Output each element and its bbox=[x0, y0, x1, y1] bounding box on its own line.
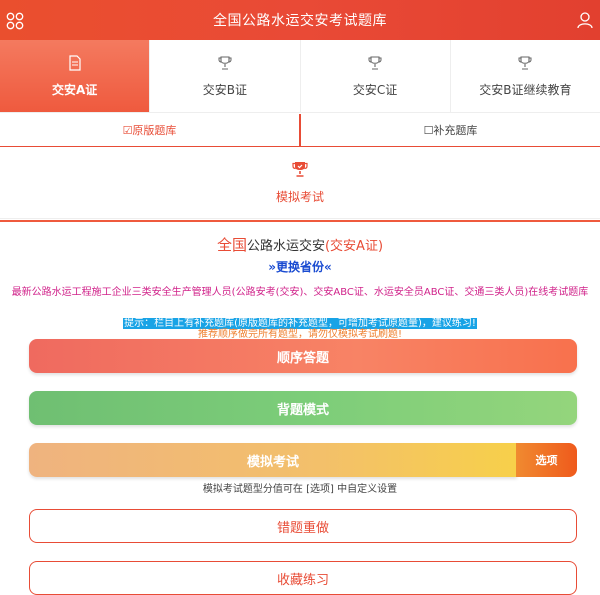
mock-exam-button[interactable]: 模拟考试 bbox=[29, 443, 517, 477]
trophy-icon bbox=[292, 162, 308, 177]
title-mid: 公路水运交安 bbox=[246, 239, 325, 254]
recite-mode-button[interactable]: 背题模式 bbox=[29, 391, 577, 425]
tab-b-cert[interactable]: 交安B证 bbox=[150, 40, 301, 112]
mock-exam-label: 模拟考试 bbox=[275, 190, 324, 204]
app-header: 全国公路水运交安考试题库 bbox=[0, 0, 600, 40]
exam-title: 全国公路水运交安(交安A证) bbox=[0, 234, 600, 255]
bank-description: 最新公路水运工程施工企业三类安全生产管理人员(公路安考(交安)、交安ABC证、水… bbox=[11, 287, 589, 298]
subtab-supplementary-bank[interactable]: ☐补充题库 bbox=[301, 114, 600, 146]
mock-note: 模拟考试题型分值可在 [选项] 中自定义设置 bbox=[202, 484, 398, 495]
options-button[interactable]: 选项 bbox=[516, 443, 577, 477]
title-prefix: 全国 bbox=[216, 236, 247, 254]
favorites-practice-button[interactable]: 收藏练习 bbox=[29, 561, 577, 595]
certificate-tabs: 交安A证 交安B证 交安C证 交安B证继续教育 bbox=[0, 40, 600, 113]
app-title: 全国公路水运交安考试题库 bbox=[213, 13, 387, 29]
title-suffix: (交安A证) bbox=[324, 239, 384, 254]
sequential-answer-button[interactable]: 顺序答题 bbox=[29, 339, 577, 373]
bank-subtabs: ☑原版题库 ☐补充题库 bbox=[0, 114, 600, 147]
tab-c-cert[interactable]: 交安C证 bbox=[301, 40, 451, 112]
subtab-original-bank[interactable]: ☑原版题库 bbox=[0, 114, 301, 146]
trophy-icon bbox=[218, 55, 232, 70]
tab-label: 交安A证 bbox=[51, 82, 98, 97]
trophy-icon bbox=[518, 55, 532, 70]
tab-b-continuing-education[interactable]: 交安B证继续教育 bbox=[451, 40, 600, 112]
tab-label: 交安B证继续教育 bbox=[479, 82, 572, 97]
trophy-icon bbox=[368, 55, 382, 70]
tab-label: 交安B证 bbox=[202, 82, 247, 97]
mock-exam-tab[interactable]: 模拟考试 bbox=[0, 147, 600, 219]
user-icon[interactable] bbox=[576, 11, 594, 29]
change-province-link[interactable]: »更换省份« bbox=[0, 258, 600, 275]
recommend-text: 推荐顺序做完所有题型，请勿仅模拟考试刷题! bbox=[197, 329, 402, 340]
menu-icon[interactable] bbox=[6, 12, 24, 30]
tab-a-cert[interactable]: 交安A证 bbox=[0, 40, 151, 112]
wrong-questions-button[interactable]: 错题重做 bbox=[29, 509, 577, 543]
document-icon bbox=[69, 54, 81, 71]
tab-label: 交安C证 bbox=[352, 82, 398, 97]
